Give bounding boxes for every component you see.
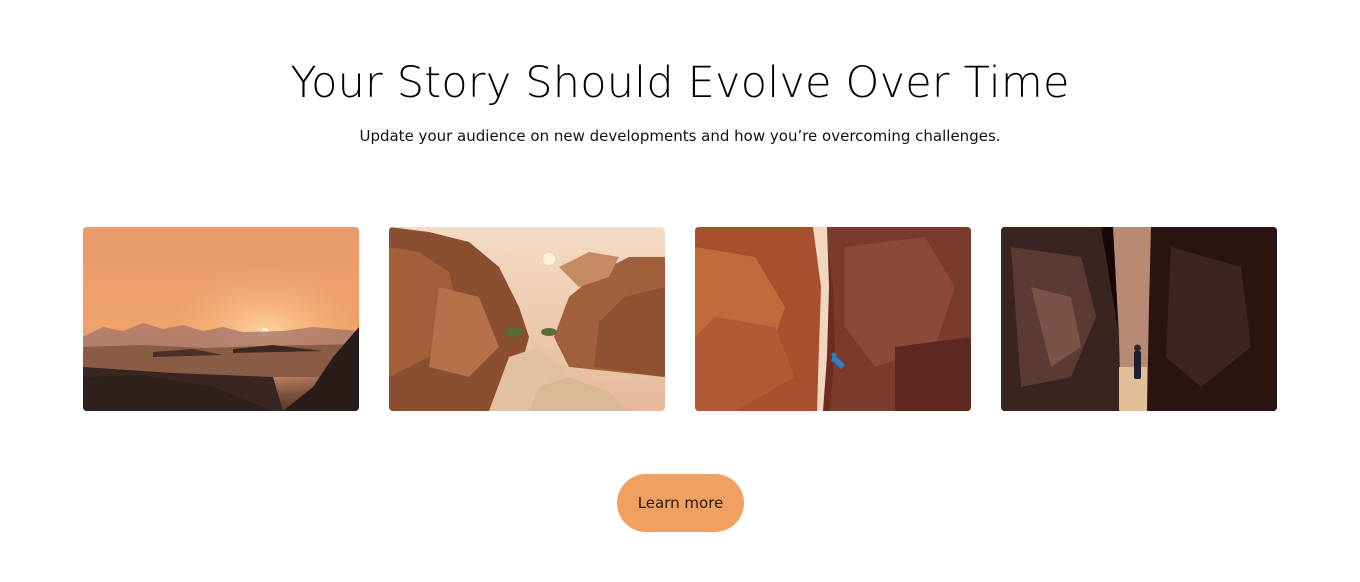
rocky-canyon-valley-image — [389, 227, 665, 411]
section-subtitle: Update your audience on new developments… — [359, 127, 1001, 145]
story-section: Your Story Should Evolve Over Time Updat… — [0, 0, 1360, 582]
learn-more-button[interactable]: Learn more — [617, 474, 744, 532]
desert-sunset-image — [83, 227, 359, 411]
image-gallery — [83, 227, 1277, 411]
red-slot-canyon-climber-image — [695, 227, 971, 411]
section-title: Your Story Should Evolve Over Time — [290, 58, 1070, 108]
dark-narrow-canyon-hiker-image — [1001, 227, 1277, 411]
